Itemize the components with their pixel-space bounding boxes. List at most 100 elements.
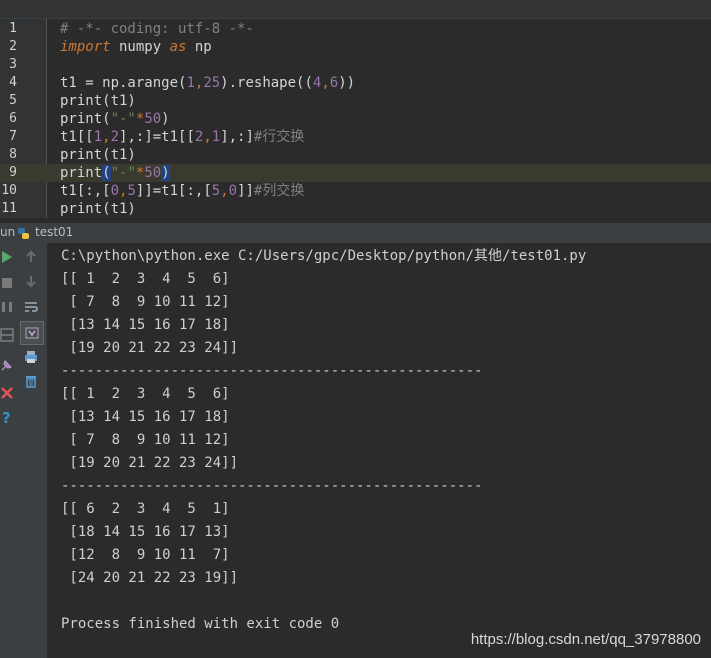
line-number: 3 — [9, 57, 17, 72]
console-output-line: [12 8 9 10 11 7] — [61, 547, 230, 563]
code-editor[interactable]: 1 # -*- coding: utf-8 -*- 2 import numpy… — [0, 19, 711, 218]
code-line-5[interactable]: 5 print(t1) — [0, 92, 711, 110]
code-line-1[interactable]: 1 # -*- coding: utf-8 -*- — [0, 20, 711, 38]
run-console[interactable]: ? C:\python\python.exe C:/Users/gpc/Desk… — [0, 243, 711, 658]
console-output-line: [[ 1 2 3 4 5 6] — [61, 386, 230, 402]
watermark-url: https://blog.csdn.net/qq_37978800 — [470, 631, 701, 648]
arrow-down-icon[interactable] — [23, 273, 39, 289]
wrap-icon[interactable] — [23, 299, 39, 315]
module-name: numpy — [110, 39, 170, 55]
python-icon — [18, 228, 29, 239]
line-number: 5 — [9, 93, 17, 108]
code-line-11[interactable]: 11 print(t1) — [0, 200, 711, 218]
number-literal: 0 — [110, 183, 120, 199]
console-separator-line: ----------------------------------------… — [61, 478, 483, 494]
code-text: ]] — [237, 183, 254, 199]
code-text: print(t1) — [60, 201, 136, 217]
stop-icon[interactable] — [0, 275, 15, 291]
code-line-7[interactable]: 7 t1[[1,2],:]=t1[[2,1],:]#行交换 — [0, 128, 711, 146]
as-keyword: as — [169, 39, 187, 55]
number-literal: 1 — [93, 129, 103, 145]
svg-text:?: ? — [2, 409, 11, 425]
console-output-line: [19 20 21 22 23 24]] — [61, 455, 239, 471]
code-text: t1 = np.arange( — [60, 75, 187, 91]
comma: , — [203, 129, 212, 145]
line-number: 9 — [9, 165, 17, 180]
close-icon[interactable] — [0, 385, 15, 401]
code-text: )) — [338, 75, 356, 91]
code-text: ],:]=t1[[ — [119, 129, 195, 145]
run-left-toolbar: ? — [0, 243, 15, 658]
console-output-line: [24 20 21 22 23 19]] — [61, 570, 239, 586]
comma: , — [220, 183, 229, 199]
code-text: print(t1) — [60, 147, 136, 163]
line-number: 11 — [1, 201, 17, 216]
line-number: 4 — [9, 75, 17, 90]
code-line-4[interactable]: 4 t1 = np.arange(1,25).reshape((4,6)) — [0, 74, 711, 92]
arrow-up-icon[interactable] — [23, 249, 39, 265]
help-icon[interactable]: ? — [0, 409, 15, 425]
matched-paren: ) — [161, 165, 170, 181]
code-text: t1[[ — [60, 129, 94, 145]
code-text: ).reshape(( — [220, 75, 313, 91]
code-line-8[interactable]: 8 print(t1) — [0, 146, 711, 164]
number-literal: 50 — [144, 165, 162, 181]
console-output-line: [ 7 8 9 10 11 12] — [61, 294, 230, 310]
line-number: 6 — [9, 111, 17, 126]
console-exit-message: Process finished with exit code 0 — [61, 616, 340, 632]
string-literal: "-" — [110, 165, 136, 181]
line-number: 8 — [9, 147, 17, 162]
console-output-line: [13 14 15 16 17 18] — [61, 317, 230, 333]
import-keyword: import — [60, 39, 111, 55]
code-text: print( — [60, 111, 111, 127]
run-tab-test01[interactable]: test01 — [35, 225, 73, 239]
line-number: 1 — [9, 21, 17, 36]
comma: , — [102, 129, 111, 145]
matched-paren: ( — [102, 165, 111, 181]
code-text: print — [60, 165, 103, 181]
line-number: 2 — [9, 39, 17, 54]
run-icon[interactable] — [0, 249, 15, 265]
module-alias: np — [186, 39, 212, 55]
code-line-6[interactable]: 6 print("-"*50) — [0, 110, 711, 128]
number-literal: 0 — [228, 183, 238, 199]
console-output-line: [[ 1 2 3 4 5 6] — [61, 271, 230, 287]
number-literal: 2 — [110, 129, 120, 145]
run-console-toolbar — [15, 243, 48, 658]
code-comment: #列交换 — [253, 183, 305, 199]
number-literal: 1 — [211, 129, 221, 145]
code-line-3[interactable]: 3 — [0, 56, 711, 74]
pause-icon[interactable] — [0, 299, 15, 315]
code-line-2[interactable]: 2 import numpy as np — [0, 38, 711, 56]
line-number: 7 — [9, 129, 17, 144]
console-output-line: [ 7 8 9 10 11 12] — [61, 432, 230, 448]
number-literal: 1 — [186, 75, 195, 91]
pin-icon[interactable] — [0, 357, 15, 373]
line-number: 10 — [1, 183, 17, 198]
code-text: ) — [161, 111, 170, 127]
scroll-end-icon — [25, 327, 39, 339]
comma: , — [321, 75, 330, 91]
code-comment: #行交换 — [253, 129, 305, 145]
number-literal: 25 — [203, 75, 221, 91]
code-line-9[interactable]: 9 print("-"*50) — [0, 164, 711, 182]
string-literal: "-" — [110, 111, 136, 127]
console-command-line: C:\python\python.exe C:/Users/gpc/Deskto… — [61, 248, 587, 264]
code-text: t1[:,[ — [60, 183, 111, 199]
number-literal: 5 — [127, 183, 136, 199]
console-output-line: [[ 6 2 3 4 5 1] — [61, 501, 230, 517]
trash-icon[interactable] — [23, 373, 39, 389]
coding-comment: # -*- coding: utf-8 -*- — [60, 21, 254, 37]
print-icon[interactable] — [23, 349, 39, 365]
code-text: ]]=t1[:,[ — [135, 183, 212, 199]
console-output-line: [18 14 15 16 17 13] — [61, 524, 230, 540]
number-literal: 6 — [329, 75, 339, 91]
code-text: print(t1) — [60, 93, 136, 109]
layout-icon[interactable] — [0, 327, 15, 343]
console-separator-line: ----------------------------------------… — [61, 363, 483, 379]
console-output-line: [13 14 15 16 17 18] — [61, 409, 230, 425]
number-literal: 50 — [144, 111, 162, 127]
scroll-end-toggle[interactable] — [20, 321, 44, 345]
code-line-10[interactable]: 10 t1[:,[0,5]]=t1[:,[5,0]]#列交换 — [0, 182, 711, 200]
number-literal: 5 — [211, 183, 221, 199]
